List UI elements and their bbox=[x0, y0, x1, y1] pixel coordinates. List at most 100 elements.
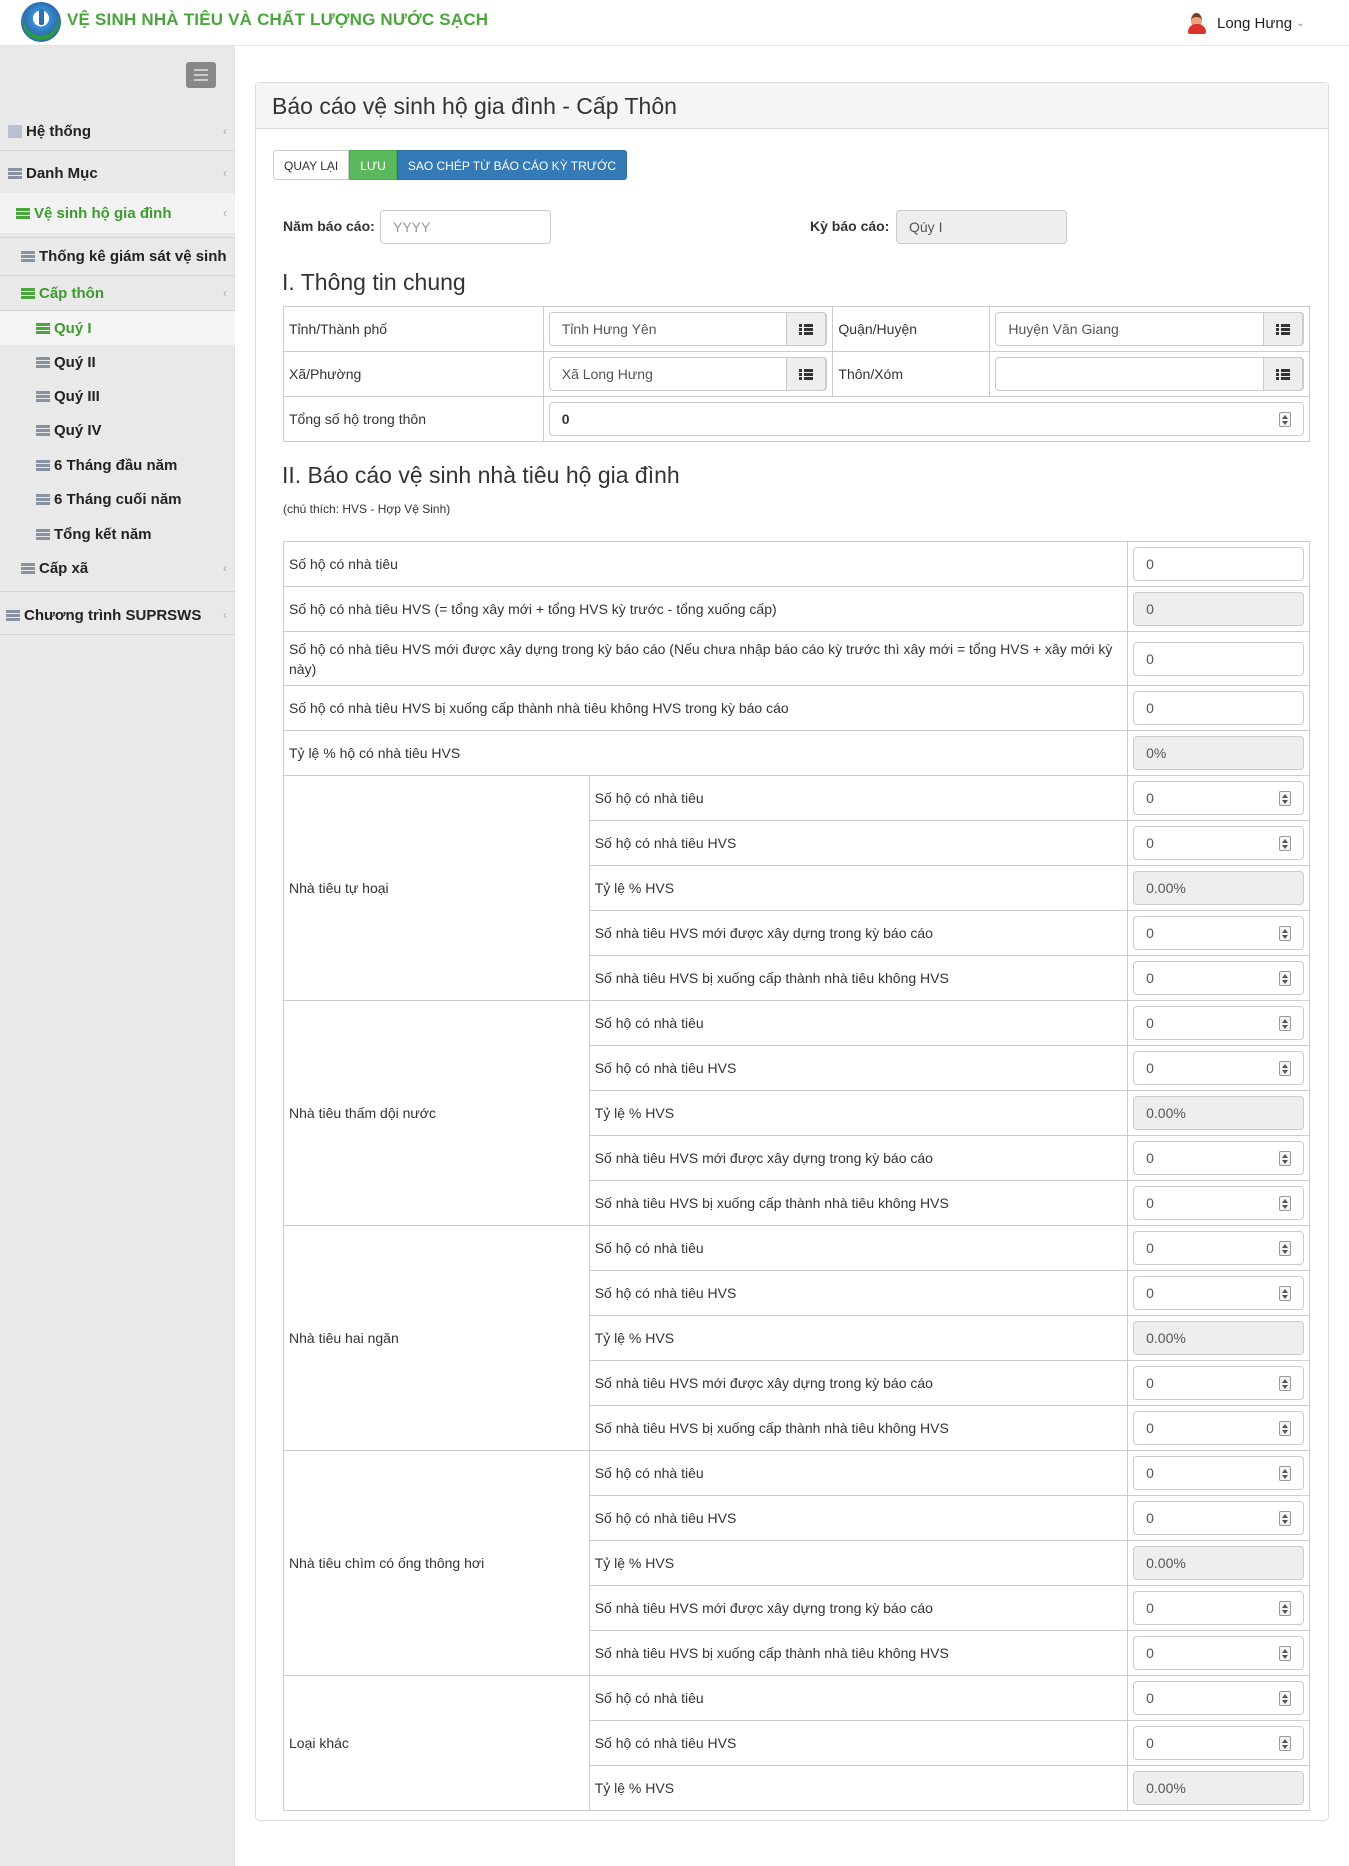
metric-stepper[interactable]: 0 bbox=[1133, 1456, 1304, 1490]
metric-stepper[interactable]: 0 bbox=[1133, 1006, 1304, 1040]
page-title: Báo cáo vệ sinh hộ gia đình - Cấp Thôn bbox=[256, 83, 1328, 129]
spinner-icon[interactable] bbox=[1279, 1421, 1291, 1436]
list-icon[interactable] bbox=[1263, 312, 1303, 346]
spinner-icon[interactable] bbox=[1279, 791, 1291, 806]
spinner-icon[interactable] bbox=[1279, 1376, 1291, 1391]
sidebar-item-cap-thon[interactable]: Cấp thôn ‹ bbox=[0, 276, 235, 310]
metric-stepper[interactable]: 0 bbox=[1133, 961, 1304, 995]
user-name: Long Hưng bbox=[1217, 14, 1293, 32]
sidebar-item-quy-3[interactable]: Quý III bbox=[0, 379, 235, 413]
summary-input[interactable]: 0 bbox=[1133, 547, 1304, 581]
save-button[interactable]: LƯU bbox=[349, 150, 397, 180]
sidebar-item-cap-xa[interactable]: Cấp xã ‹ bbox=[0, 551, 235, 585]
metric-stepper[interactable]: 0 bbox=[1133, 1141, 1304, 1175]
metric-stepper[interactable]: 0 bbox=[1133, 1726, 1304, 1760]
spinner-icon[interactable] bbox=[1279, 836, 1291, 851]
metric-stepper[interactable]: 0 bbox=[1133, 1591, 1304, 1625]
spinner-icon[interactable] bbox=[1279, 1241, 1291, 1256]
metric-stepper[interactable]: 0 bbox=[1133, 1636, 1304, 1670]
metric-value: 0 bbox=[1146, 1645, 1154, 1661]
metric-stepper[interactable]: 0 bbox=[1133, 1501, 1304, 1535]
sidebar-toggle-button[interactable] bbox=[186, 62, 216, 88]
file-icon bbox=[8, 124, 22, 138]
sidebar-item-quy-2[interactable]: Quý II bbox=[0, 345, 235, 379]
metric-stepper[interactable]: 0 bbox=[1133, 826, 1304, 860]
summary-input[interactable]: 0 bbox=[1133, 691, 1304, 725]
spinner-icon[interactable] bbox=[1279, 1286, 1291, 1301]
metric-stepper[interactable]: 0 bbox=[1133, 1231, 1304, 1265]
sidebar-item-he-thong[interactable]: Hệ thống ‹ bbox=[0, 114, 235, 148]
district-label: Quận/Huyện bbox=[832, 306, 991, 352]
metric-value: 0 bbox=[1146, 1240, 1154, 1256]
spinner-icon[interactable] bbox=[1279, 1151, 1291, 1166]
sidebar-item-quy-1[interactable]: Quý I bbox=[0, 311, 235, 345]
ratio-readonly: 0.00% bbox=[1133, 871, 1304, 905]
back-button[interactable]: QUAY LẠI bbox=[273, 150, 350, 180]
list-icon[interactable] bbox=[786, 357, 827, 391]
table-row: Nhà tiêu chìm có ống thông hơi Số hộ có n… bbox=[283, 1450, 1310, 1676]
metric-label: Tỷ lệ % HVS bbox=[588, 1765, 1129, 1811]
spinner-icon[interactable] bbox=[1279, 1736, 1291, 1751]
year-input[interactable]: YYYY bbox=[380, 210, 551, 244]
metric-label: Số hộ có nhà tiêu HVS bbox=[588, 820, 1129, 866]
table-row: Loại khác Số hộ có nhà tiêu 0 bbox=[283, 1675, 1310, 1811]
list-icon[interactable] bbox=[786, 312, 827, 346]
spinner-icon[interactable] bbox=[1279, 1016, 1291, 1031]
spinner-icon[interactable] bbox=[1279, 971, 1291, 986]
commune-select[interactable]: Xã Long Hưng bbox=[548, 357, 828, 391]
list-icon bbox=[16, 207, 30, 220]
metric-label: Số nhà tiêu HVS mới được xây dựng trong … bbox=[588, 1585, 1129, 1631]
metric-value: 0.00% bbox=[1146, 1555, 1186, 1571]
list-icon[interactable] bbox=[1263, 357, 1303, 391]
sidebar-item-6-thang-dau-nam[interactable]: 6 Tháng đầu năm bbox=[0, 448, 235, 482]
spinner-icon[interactable] bbox=[1279, 1196, 1291, 1211]
households-stepper[interactable]: 0 bbox=[548, 402, 1304, 436]
metric-stepper[interactable]: 0 bbox=[1133, 916, 1304, 950]
village-select[interactable] bbox=[995, 357, 1304, 391]
ratio-readonly: 0.00% bbox=[1133, 1321, 1304, 1355]
sidebar-item-danh-muc[interactable]: Danh Mục ‹ bbox=[0, 156, 235, 190]
spinner-icon[interactable] bbox=[1279, 412, 1291, 427]
copy-previous-button[interactable]: SAO CHÉP TỪ BÁO CÁO KỲ TRƯỚC bbox=[396, 150, 628, 180]
metric-value: 0 bbox=[1146, 1735, 1154, 1751]
toolbar: QUAY LẠI LƯU SAO CHÉP TỪ BÁO CÁO KỲ TRƯỚ… bbox=[273, 150, 628, 180]
sidebar-item-thong-ke[interactable]: Thống kê giám sát vệ sinh bbox=[0, 239, 235, 273]
metric-label: Số nhà tiêu HVS bị xuống cấp thành nhà t… bbox=[588, 1630, 1129, 1676]
summary-input[interactable]: 0 bbox=[1133, 641, 1304, 676]
district-select[interactable]: Huyện Văn Giang bbox=[995, 312, 1304, 346]
list-icon bbox=[21, 287, 35, 300]
sidebar-item-label: Cấp thôn bbox=[39, 284, 104, 302]
sidebar-item-tong-ket-nam[interactable]: Tổng kết năm bbox=[0, 517, 235, 551]
sidebar-item-suprsws[interactable]: Chương trình SUPRSWS ‹ bbox=[0, 598, 235, 632]
spinner-icon[interactable] bbox=[1279, 1601, 1291, 1616]
province-select[interactable]: Tỉnh Hưng Yên bbox=[548, 312, 828, 346]
user-menu[interactable]: Long Hưng ⌄ bbox=[1186, 11, 1305, 35]
metric-value: 0.00% bbox=[1146, 1780, 1186, 1796]
metric-label: Tỷ lệ % HVS bbox=[588, 865, 1129, 911]
spinner-icon[interactable] bbox=[1279, 1511, 1291, 1526]
metric-stepper[interactable]: 0 bbox=[1133, 1366, 1304, 1400]
top-navbar: VỆ SINH NHÀ TIÊU VÀ CHẤT LƯỢNG NƯỚC SẠCH… bbox=[0, 0, 1349, 46]
spinner-icon[interactable] bbox=[1279, 1466, 1291, 1481]
sidebar-item-label: Thống kê giám sát vệ sinh bbox=[39, 247, 227, 265]
sidebar-item-ve-sinh-ho-gia-dinh[interactable]: Vệ sinh hộ gia đình ‹ bbox=[0, 193, 235, 233]
spinner-icon[interactable] bbox=[1279, 1646, 1291, 1661]
metric-stepper[interactable]: 0 bbox=[1133, 1681, 1304, 1715]
metric-stepper[interactable]: 0 bbox=[1133, 1051, 1304, 1085]
summary-readonly: 0 bbox=[1133, 592, 1304, 626]
table-row: Nhà tiêu tự hoại Số hộ có nhà tiêu 0 bbox=[283, 775, 1310, 1001]
spinner-icon[interactable] bbox=[1279, 926, 1291, 941]
spinner-icon[interactable] bbox=[1279, 1691, 1291, 1706]
metric-stepper[interactable]: 0 bbox=[1133, 1411, 1304, 1445]
sidebar-item-6-thang-cuoi-nam[interactable]: 6 Tháng cuối năm bbox=[0, 482, 235, 516]
spinner-icon[interactable] bbox=[1279, 1061, 1291, 1076]
metric-value: 0 bbox=[1146, 790, 1154, 806]
metric-stepper[interactable]: 0 bbox=[1133, 1276, 1304, 1310]
metric-stepper[interactable]: 0 bbox=[1133, 781, 1304, 815]
sidebar-item-quy-4[interactable]: Quý IV bbox=[0, 413, 235, 447]
section2-note: (chú thích: HVS - Hợp Vệ Sinh) bbox=[283, 502, 451, 516]
sidebar-item-label: Vệ sinh hộ gia đình bbox=[34, 204, 172, 222]
brand-title: VỆ SINH NHÀ TIÊU VÀ CHẤT LƯỢNG NƯỚC SẠCH bbox=[67, 10, 489, 29]
metric-stepper[interactable]: 0 bbox=[1133, 1186, 1304, 1220]
summary-label: Số hộ có nhà tiêu HVS bị xuống cấp thành… bbox=[282, 685, 1129, 731]
